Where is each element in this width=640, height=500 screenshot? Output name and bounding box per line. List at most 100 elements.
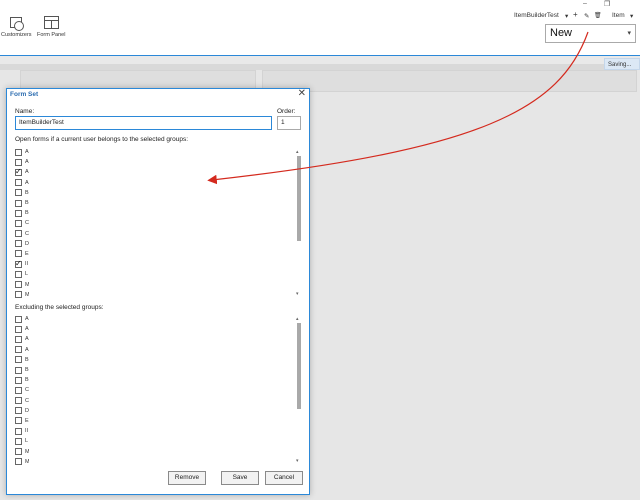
group-item[interactable]: B [15,208,307,218]
group-checkbox[interactable] [15,417,22,425]
group-checkbox[interactable] [15,386,22,394]
scroll-down-icon[interactable]: ▾ [296,291,299,297]
group-item[interactable]: C [15,218,307,228]
close-icon[interactable]: ✕ [298,88,306,99]
restore-icon[interactable]: ❐ [604,0,610,8]
group-item[interactable]: II [15,426,307,436]
group-checkbox[interactable] [15,158,22,166]
item-name-caret-icon[interactable]: ▾ [565,12,568,20]
group-item[interactable]: D [15,406,307,416]
group-item[interactable]: A [15,334,307,344]
excluding-groups-scrollbar[interactable]: ▴ ▾ [296,316,302,464]
group-item[interactable]: II [15,259,307,269]
scroll-up-icon[interactable]: ▴ [296,149,299,155]
group-item[interactable]: E [15,249,307,259]
group-item[interactable]: E [15,416,307,426]
group-checkbox[interactable] [15,230,22,238]
edit-icon[interactable]: ✎ [584,12,589,20]
group-checkbox[interactable] [15,366,22,374]
group-item[interactable]: A [15,345,307,355]
group-checkbox[interactable] [15,407,22,415]
item-menu[interactable]: Item [612,12,625,19]
ghost-panel [262,70,637,92]
group-item[interactable]: A [15,147,307,157]
group-checkbox[interactable] [15,335,22,343]
group-checkbox[interactable] [15,270,22,278]
group-item[interactable]: L [15,269,307,279]
group-item[interactable]: B [15,188,307,198]
delete-icon[interactable]: 🗑 [594,12,602,19]
group-checkbox[interactable] [15,281,22,289]
group-checkbox[interactable] [15,240,22,248]
cancel-button[interactable]: Cancel [265,471,303,485]
group-label: A [25,179,29,186]
group-label: A [25,346,29,353]
group-checkbox[interactable] [15,376,22,384]
group-checkbox[interactable] [15,189,22,197]
group-checkbox[interactable] [15,397,22,405]
group-item[interactable]: B [15,198,307,208]
group-label: B [25,367,29,374]
save-button[interactable]: Save [221,471,259,485]
group-checkbox[interactable] [15,259,22,268]
group-label: B [25,356,29,363]
group-item[interactable]: A [15,324,307,334]
form-panel-button[interactable]: Form Panel [37,16,65,38]
group-item[interactable]: M [15,446,307,456]
group-item[interactable]: A [15,157,307,167]
open-groups-scrollbar[interactable]: ▴ ▾ [296,149,302,297]
new-select[interactable]: New ▾ [545,24,636,43]
add-icon[interactable]: + [573,10,578,19]
group-item[interactable]: B [15,375,307,385]
group-checkbox[interactable] [15,458,22,466]
group-checkbox[interactable] [15,448,22,456]
saving-notification: Saving... X [604,58,640,70]
group-item[interactable]: C [15,385,307,395]
group-item[interactable]: A [15,178,307,188]
group-label: D [25,240,29,247]
group-item[interactable]: B [15,355,307,365]
group-checkbox[interactable] [15,209,22,217]
group-checkbox[interactable] [15,427,22,435]
group-checkbox[interactable] [15,148,22,156]
customizers-button[interactable]: Customizers [1,16,32,38]
group-item[interactable]: M [15,457,307,467]
item-menu-caret-icon[interactable]: ▾ [630,12,633,20]
minimize-icon[interactable]: – [583,0,587,7]
group-label: A [25,316,29,323]
group-item[interactable]: D [15,239,307,249]
group-checkbox[interactable] [15,199,22,207]
group-label: C [25,397,29,404]
group-checkbox[interactable] [15,179,22,187]
group-item[interactable]: A [15,314,307,324]
group-checkbox[interactable] [15,437,22,445]
group-label: L [25,438,29,445]
group-checkbox[interactable] [15,315,22,323]
group-label: M [25,448,29,455]
group-item[interactable]: B [15,365,307,375]
group-checkbox[interactable] [15,167,22,176]
scrollbar-thumb[interactable] [297,323,301,409]
remove-button[interactable]: Remove [168,471,206,485]
group-item[interactable]: C [15,229,307,239]
group-checkbox[interactable] [15,219,22,227]
scrollbar-thumb[interactable] [297,156,301,241]
group-item[interactable]: A [15,167,307,177]
group-item[interactable]: M [15,290,307,300]
group-checkbox[interactable] [15,346,22,354]
group-checkbox[interactable] [15,291,22,299]
group-item[interactable]: C [15,396,307,406]
name-input[interactable]: ItemBuilderTest [15,116,272,130]
group-checkbox[interactable] [15,325,22,333]
group-checkbox[interactable] [15,356,22,364]
item-name-dropdown[interactable]: ItemBuilderTest [514,12,559,19]
group-label: L [25,271,29,278]
ribbon-toolbar: Customizers Form Panel – ❐ ItemBuilderTe… [0,0,640,56]
group-item[interactable]: L [15,436,307,446]
order-input[interactable]: 1 [277,116,301,130]
scroll-down-icon[interactable]: ▾ [296,458,299,464]
group-item[interactable]: M [15,279,307,289]
group-checkbox[interactable] [15,250,22,258]
group-label: II [25,428,29,435]
scroll-up-icon[interactable]: ▴ [296,316,299,322]
